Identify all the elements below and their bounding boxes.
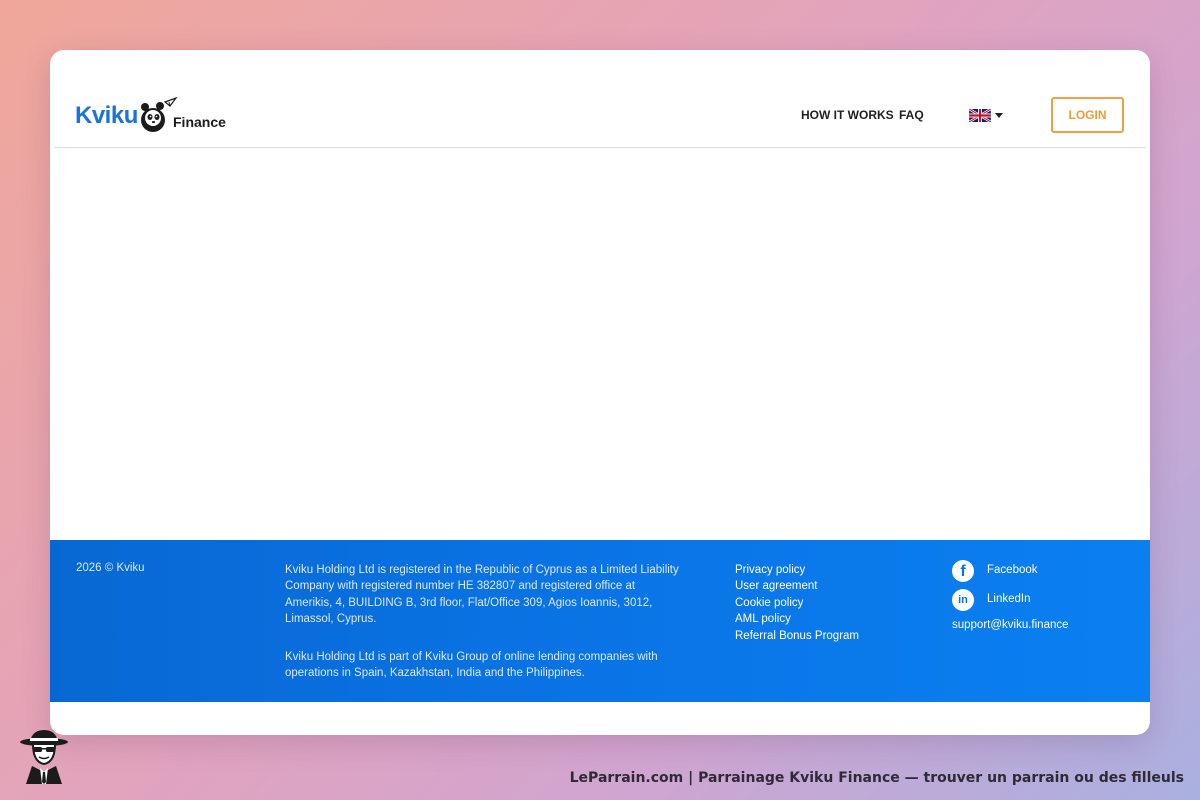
- linkedin-icon: in: [952, 589, 974, 611]
- nav-faq[interactable]: FAQ: [899, 108, 924, 122]
- site-footer: 2026 © Kviku Kviku Holding Ltd is regist…: [50, 540, 1150, 702]
- user-agreement-link[interactable]: User agreement: [735, 578, 859, 594]
- site-header: Kviku Finance HOW IT WORKS FAQ LOGIN: [50, 50, 1150, 148]
- language-selector[interactable]: [969, 109, 1009, 123]
- copyright-text: 2026 © Kviku: [76, 562, 145, 574]
- footer-links: Privacy policy User agreement Cookie pol…: [735, 562, 859, 644]
- facebook-link[interactable]: f Facebook: [952, 560, 1142, 582]
- logo-brand-text: Kviku: [75, 102, 138, 129]
- legal-registration-text: Kviku Holding Ltd is registered in the R…: [285, 564, 679, 626]
- facebook-icon: f: [952, 560, 974, 582]
- legal-info: Kviku Holding Ltd is registered in the R…: [285, 562, 680, 681]
- linkedin-link[interactable]: in LinkedIn: [952, 589, 1142, 611]
- logo-product-text: Finance: [173, 114, 226, 130]
- login-button[interactable]: LOGIN: [1051, 97, 1124, 133]
- legal-group-text: Kviku Holding Ltd is part of Kviku Group…: [285, 650, 658, 680]
- header-divider: [54, 147, 1146, 148]
- kviku-finance-logo[interactable]: Kviku Finance: [75, 96, 235, 136]
- referral-bonus-program-link[interactable]: Referral Bonus Program: [735, 628, 859, 644]
- watermark-caption: LeParrain.com | Parrainage Kviku Finance…: [569, 770, 1184, 786]
- chevron-down-icon: [995, 113, 1003, 118]
- cookie-policy-link[interactable]: Cookie policy: [735, 595, 859, 611]
- uk-flag-icon: [969, 109, 991, 122]
- linkedin-label: LinkedIn: [987, 593, 1031, 605]
- support-email-link[interactable]: support@kviku.finance: [952, 619, 1069, 631]
- privacy-policy-link[interactable]: Privacy policy: [735, 562, 859, 578]
- browser-page: Kviku Finance HOW IT WORKS FAQ LOGIN 202…: [50, 50, 1150, 735]
- aml-policy-link[interactable]: AML policy: [735, 611, 859, 627]
- facebook-label: Facebook: [987, 564, 1038, 576]
- nav-how-it-works[interactable]: HOW IT WORKS: [801, 108, 894, 122]
- spy-mascot-icon: [20, 730, 68, 784]
